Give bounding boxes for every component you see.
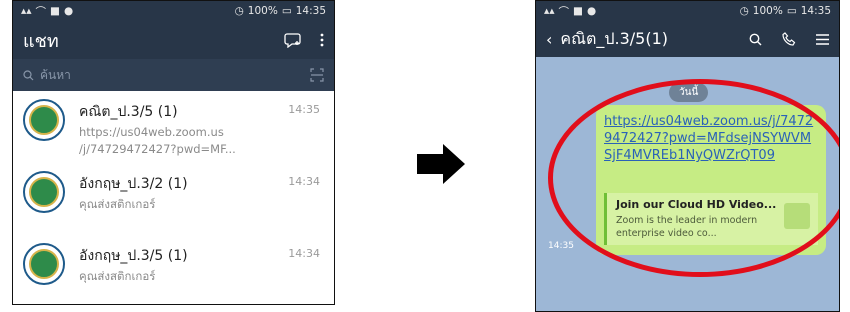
search-bar[interactable]: ค้นหา <box>13 59 334 91</box>
chat-preview: คุณส่งสติกเกอร์ <box>79 269 156 283</box>
search-icon <box>23 69 34 80</box>
status-right: ◷ 100% ▭ 14:35 <box>740 5 831 17</box>
search-field[interactable]: ค้นหา <box>23 66 71 85</box>
wifi-icon: ⌒ <box>35 5 47 18</box>
chat-preview: https://us04web.zoom.us <box>79 125 224 139</box>
avatar <box>23 99 65 141</box>
battery-icon: ▭ <box>786 5 797 17</box>
more-options-icon[interactable] <box>320 33 324 47</box>
back-icon[interactable]: ‹ <box>546 30 552 49</box>
alarm-icon: ◷ <box>739 5 749 17</box>
chat-list-screen: ▴▴ ⌒ ■ ● ◷ 100% ▭ 14:35 แชท ค้นหา คณิต_ป… <box>12 0 335 305</box>
status-time: 14:35 <box>295 5 326 17</box>
chat-room-title: คณิต_ป.3/5(1) <box>560 28 668 48</box>
settings-icon: ● <box>586 5 597 17</box>
wifi-icon: ⌒ <box>558 5 570 18</box>
chat-time: 14:34 <box>288 175 320 188</box>
search-placeholder: ค้นหา <box>40 67 71 82</box>
menu-icon[interactable] <box>816 33 829 45</box>
chat-item[interactable]: อังกฤษ_ป.3/5 (1) คุณส่งสติกเกอร์ 14:34 <box>13 235 334 304</box>
avatar <box>23 243 65 285</box>
page-title: แชท <box>23 30 59 52</box>
chat-room-screen: ▴▴ ⌒ ■ ● ◷ 100% ▭ 14:35 ‹ คณิต_ป.3/5(1) <box>535 0 840 312</box>
alarm-icon: ◷ <box>234 5 244 17</box>
chat-item[interactable]: อังกฤษ_ป.3/2 (1) คุณส่งสติกเกอร์ 14:34 <box>13 163 334 235</box>
message-time: 14:35 <box>548 241 574 251</box>
status-bar: ▴▴ ⌒ ■ ● ◷ 100% ▭ 14:35 <box>536 1 839 21</box>
chat-text: อังกฤษ_ป.3/2 (1) คุณส่งสติกเกอร์ <box>79 171 188 212</box>
battery-icon: ▭ <box>281 5 292 17</box>
search-icon[interactable] <box>749 33 762 46</box>
top-area: ▴▴ ⌒ ■ ● ◷ 100% ▭ 14:35 ‹ คณิต_ป.3/5(1) <box>536 1 839 57</box>
chat-name: คณิต_ป.3/5 (1) <box>79 104 178 120</box>
scan-icon[interactable] <box>310 68 324 82</box>
header-left: ‹ คณิต_ป.3/5(1) <box>546 27 668 52</box>
chat-room-header: ‹ คณิต_ป.3/5(1) <box>536 21 839 57</box>
signal-icon: ▴▴ <box>21 5 32 17</box>
status-right: ◷ 100% ▭ 14:35 <box>235 5 326 17</box>
chat-item[interactable]: คณิต_ป.3/5 (1) https://us04web.zoom.us /… <box>13 91 334 163</box>
signal-icon: ▴▴ <box>544 5 555 17</box>
chat-header: แชท <box>13 21 334 59</box>
chat-time: 14:35 <box>288 103 320 116</box>
avatar <box>23 171 65 213</box>
settings-icon: ● <box>63 5 74 17</box>
header-actions <box>749 32 829 46</box>
arrow-right-icon <box>417 144 465 184</box>
chat-name: อังกฤษ_ป.3/2 (1) <box>79 176 188 192</box>
chat-time: 14:34 <box>288 247 320 260</box>
chat-preview: คุณส่งสติกเกอร์ <box>79 197 156 211</box>
chat-text: คณิต_ป.3/5 (1) https://us04web.zoom.us /… <box>79 99 236 157</box>
status-bar: ▴▴ ⌒ ■ ● ◷ 100% ▭ 14:35 <box>13 1 334 21</box>
new-chat-icon[interactable] <box>284 32 302 48</box>
header-actions <box>284 32 324 48</box>
chat-preview-line2: /j/74729472427?pwd=MF... <box>79 142 236 156</box>
highlight-circle <box>548 79 839 277</box>
chat-name: อังกฤษ_ป.3/5 (1) <box>79 248 188 264</box>
chat-text: อังกฤษ_ป.3/5 (1) คุณส่งสติกเกอร์ <box>79 243 188 284</box>
battery-percent: 100% <box>247 5 278 17</box>
phone-icon[interactable] <box>782 32 796 46</box>
top-area: ▴▴ ⌒ ■ ● ◷ 100% ▭ 14:35 แชท ค้นหา <box>13 1 334 91</box>
status-left: ▴▴ ⌒ ■ ● <box>544 4 596 19</box>
notification-icon: ■ <box>50 5 60 17</box>
status-left: ▴▴ ⌒ ■ ● <box>21 4 73 19</box>
status-time: 14:35 <box>800 5 831 17</box>
notification-icon: ■ <box>573 5 583 17</box>
battery-percent: 100% <box>752 5 783 17</box>
